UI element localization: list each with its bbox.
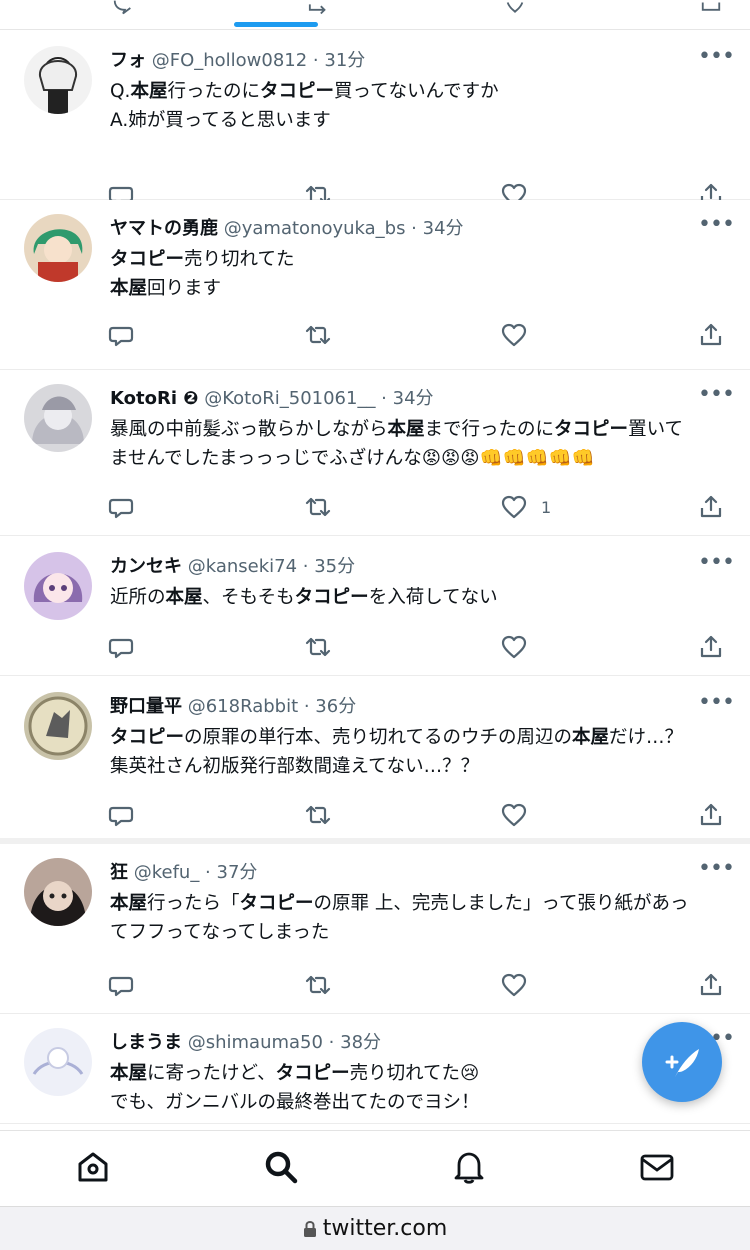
retweet-icon[interactable] xyxy=(305,970,331,1000)
display-name[interactable]: KotoRi ❷ xyxy=(110,388,199,409)
tweet-actions xyxy=(108,800,730,830)
bottom-nav xyxy=(0,1130,750,1206)
heart-icon[interactable] xyxy=(504,0,526,16)
retweet-icon[interactable] xyxy=(305,800,331,830)
tweet-header: しまうま @shimauma50 · 38分 ••• xyxy=(110,1028,735,1056)
avatar[interactable] xyxy=(24,692,92,760)
tweet-actions: 1 xyxy=(108,492,730,522)
reply-icon[interactable] xyxy=(108,800,134,830)
share-icon[interactable] xyxy=(698,320,724,350)
like-count: 1 xyxy=(541,497,552,517)
tweet[interactable]: しまうま @shimauma50 · 38分 ••• 本屋に寄ったけど、タコピー売り… xyxy=(0,1014,750,1124)
tweet-header: 野口量平 @618Rabbit · 36分 ••• xyxy=(110,692,735,720)
tweet-text: 本屋行ったら「タコピーの原罪 上、完売しました」って張り紙があっ てフフってなって… xyxy=(110,893,689,943)
tweet[interactable]: KotoRi ❷ @KotoRi_501061__ · 34分 ••• 暴風の中前髪… xyxy=(0,370,750,536)
compose-tweet-icon xyxy=(665,1049,699,1077)
heart-icon[interactable] xyxy=(501,632,527,662)
avatar[interactable] xyxy=(24,1028,92,1096)
lock-icon xyxy=(303,1220,316,1237)
retweet-icon[interactable] xyxy=(305,320,331,350)
share-icon[interactable] xyxy=(698,492,724,522)
share-icon[interactable] xyxy=(698,800,724,830)
tweet-actions xyxy=(108,320,730,350)
share-icon[interactable] xyxy=(700,0,722,16)
tweet-content: 野口量平 @618Rabbit · 36分 ••• タコピーの原罪の単行本、売り切れ… xyxy=(110,692,735,781)
tweet-text: タコピー売り切れてた 本屋回ります xyxy=(110,249,295,299)
more-options-icon[interactable]: ••• xyxy=(698,384,735,412)
avatar[interactable] xyxy=(24,214,92,282)
tweet-actions xyxy=(108,632,730,662)
reply-icon[interactable] xyxy=(112,0,134,16)
mail-icon[interactable] xyxy=(639,1149,675,1185)
tweet-content: フォ @FO_hollow0812 · 31分 ••• Q.本屋行ったのにタコピー買… xyxy=(110,46,735,135)
display-name[interactable]: 狂 xyxy=(110,862,128,883)
tweet-header: KotoRi ❷ @KotoRi_501061__ · 34分 ••• xyxy=(110,384,735,412)
avatar[interactable] xyxy=(24,858,92,926)
tweet-text: 本屋に寄ったけど、タコピー売り切れてた😢 でも、ガンニバルの最終巻出てたのでヨシ！ xyxy=(110,1063,480,1113)
display-name[interactable]: 野口量平 xyxy=(110,696,182,717)
tweet-text: タコピーの原罪の単行本、売り切れてるのウチの周辺の本屋だけ…？ 集英社さん初版発行… xyxy=(110,727,683,777)
tweet-actions xyxy=(108,970,730,1000)
tweet-text: 暴風の中前髪ぶっ散らかしながら本屋まで行ったのにタコピー置いて ませんでしたまっっ… xyxy=(110,419,684,469)
tweet-header: ヤマトの勇鹿 @yamatonoyuka_bs · 34分 ••• xyxy=(110,214,735,242)
retweet-icon[interactable] xyxy=(305,632,331,662)
more-options-icon[interactable]: ••• xyxy=(698,858,735,886)
more-options-icon[interactable]: ••• xyxy=(698,552,735,580)
tweet-header: 狂 @kefu_ · 37分 ••• xyxy=(110,858,735,886)
browser-url-bar[interactable]: twitter.com xyxy=(0,1206,750,1250)
reply-icon[interactable] xyxy=(108,632,134,662)
tweet-content: しまうま @shimauma50 · 38分 ••• 本屋に寄ったけど、タコピー売り… xyxy=(110,1028,735,1117)
more-options-icon[interactable]: ••• xyxy=(698,692,735,720)
tweet[interactable]: 野口量平 @618Rabbit · 36分 ••• タコピーの原罪の単行本、売り切れ… xyxy=(0,676,750,844)
avatar[interactable] xyxy=(24,552,92,620)
handle-and-time: @kefu_ · 37分 xyxy=(128,862,258,883)
handle-and-time: @yamatonoyuka_bs · 34分 xyxy=(218,218,464,239)
heart-icon[interactable]: 1 xyxy=(501,492,551,522)
handle-and-time: @KotoRi_501061__ · 34分 xyxy=(198,388,434,409)
tweet-content: KotoRi ❷ @KotoRi_501061__ · 34分 ••• 暴風の中前髪… xyxy=(110,384,735,473)
tweet-content: 狂 @kefu_ · 37分 ••• 本屋行ったら「タコピーの原罪 上、完売しました… xyxy=(110,858,735,947)
tweet[interactable]: 狂 @kefu_ · 37分 ••• 本屋行ったら「タコピーの原罪 上、完売しました… xyxy=(0,844,750,1014)
search-icon[interactable] xyxy=(263,1149,299,1185)
avatar[interactable] xyxy=(24,46,92,114)
compose-tweet-button[interactable] xyxy=(642,1022,722,1102)
handle-and-time: @shimauma50 · 38分 xyxy=(182,1032,382,1053)
display-name[interactable]: しまうま xyxy=(110,1032,182,1053)
display-name[interactable]: ヤマトの勇鹿 xyxy=(110,218,218,239)
tweet-header: フォ @FO_hollow0812 · 31分 ••• xyxy=(110,46,735,74)
tweet-content: カンセキ @kanseki74 · 35分 ••• 近所の本屋、そもそもタコピーを入… xyxy=(110,552,735,612)
heart-icon[interactable] xyxy=(501,320,527,350)
tweet-text: 近所の本屋、そもそもタコピーを入荷してない xyxy=(110,587,498,608)
heart-icon[interactable] xyxy=(501,970,527,1000)
handle-and-time: @618Rabbit · 36分 xyxy=(182,696,357,717)
display-name[interactable]: フォ xyxy=(110,50,146,71)
heart-icon[interactable] xyxy=(501,800,527,830)
more-options-icon[interactable]: ••• xyxy=(698,214,735,242)
retweet-icon[interactable] xyxy=(305,492,331,522)
share-icon[interactable] xyxy=(698,632,724,662)
display-name[interactable]: カンセキ xyxy=(110,556,182,577)
search-results-feed: フォ @FO_hollow0812 · 31分 ••• Q.本屋行ったのにタコピー買… xyxy=(0,30,750,1130)
home-icon[interactable] xyxy=(75,1149,111,1185)
previous-tweet-actions xyxy=(0,0,750,30)
handle-and-time: @kanseki74 · 35分 xyxy=(182,556,356,577)
reply-icon[interactable] xyxy=(108,970,134,1000)
reply-icon[interactable] xyxy=(108,492,134,522)
handle-and-time: @FO_hollow0812 · 31分 xyxy=(146,50,366,71)
tweet[interactable]: カンセキ @kanseki74 · 35分 ••• 近所の本屋、そもそもタコピーを入… xyxy=(0,536,750,676)
bell-icon[interactable] xyxy=(451,1149,487,1185)
tweet[interactable]: フォ @FO_hollow0812 · 31分 ••• Q.本屋行ったのにタコピー買… xyxy=(0,30,750,207)
tweet-text: Q.本屋行ったのにタコピー買ってないんですか A.姉が買ってると思います xyxy=(110,81,499,131)
url-text: twitter.com xyxy=(322,1216,448,1241)
retweet-icon[interactable] xyxy=(308,0,330,16)
more-options-icon[interactable]: ••• xyxy=(698,46,735,74)
tweet[interactable]: ヤマトの勇鹿 @yamatonoyuka_bs · 34分 ••• タコピー売り切れ… xyxy=(0,200,750,370)
tweet-content: ヤマトの勇鹿 @yamatonoyuka_bs · 34分 ••• タコピー売り切れ… xyxy=(110,214,735,303)
tweet-header: カンセキ @kanseki74 · 35分 ••• xyxy=(110,552,735,580)
reply-icon[interactable] xyxy=(108,320,134,350)
avatar[interactable] xyxy=(24,384,92,452)
share-icon[interactable] xyxy=(698,970,724,1000)
tab-indicator xyxy=(234,22,318,27)
